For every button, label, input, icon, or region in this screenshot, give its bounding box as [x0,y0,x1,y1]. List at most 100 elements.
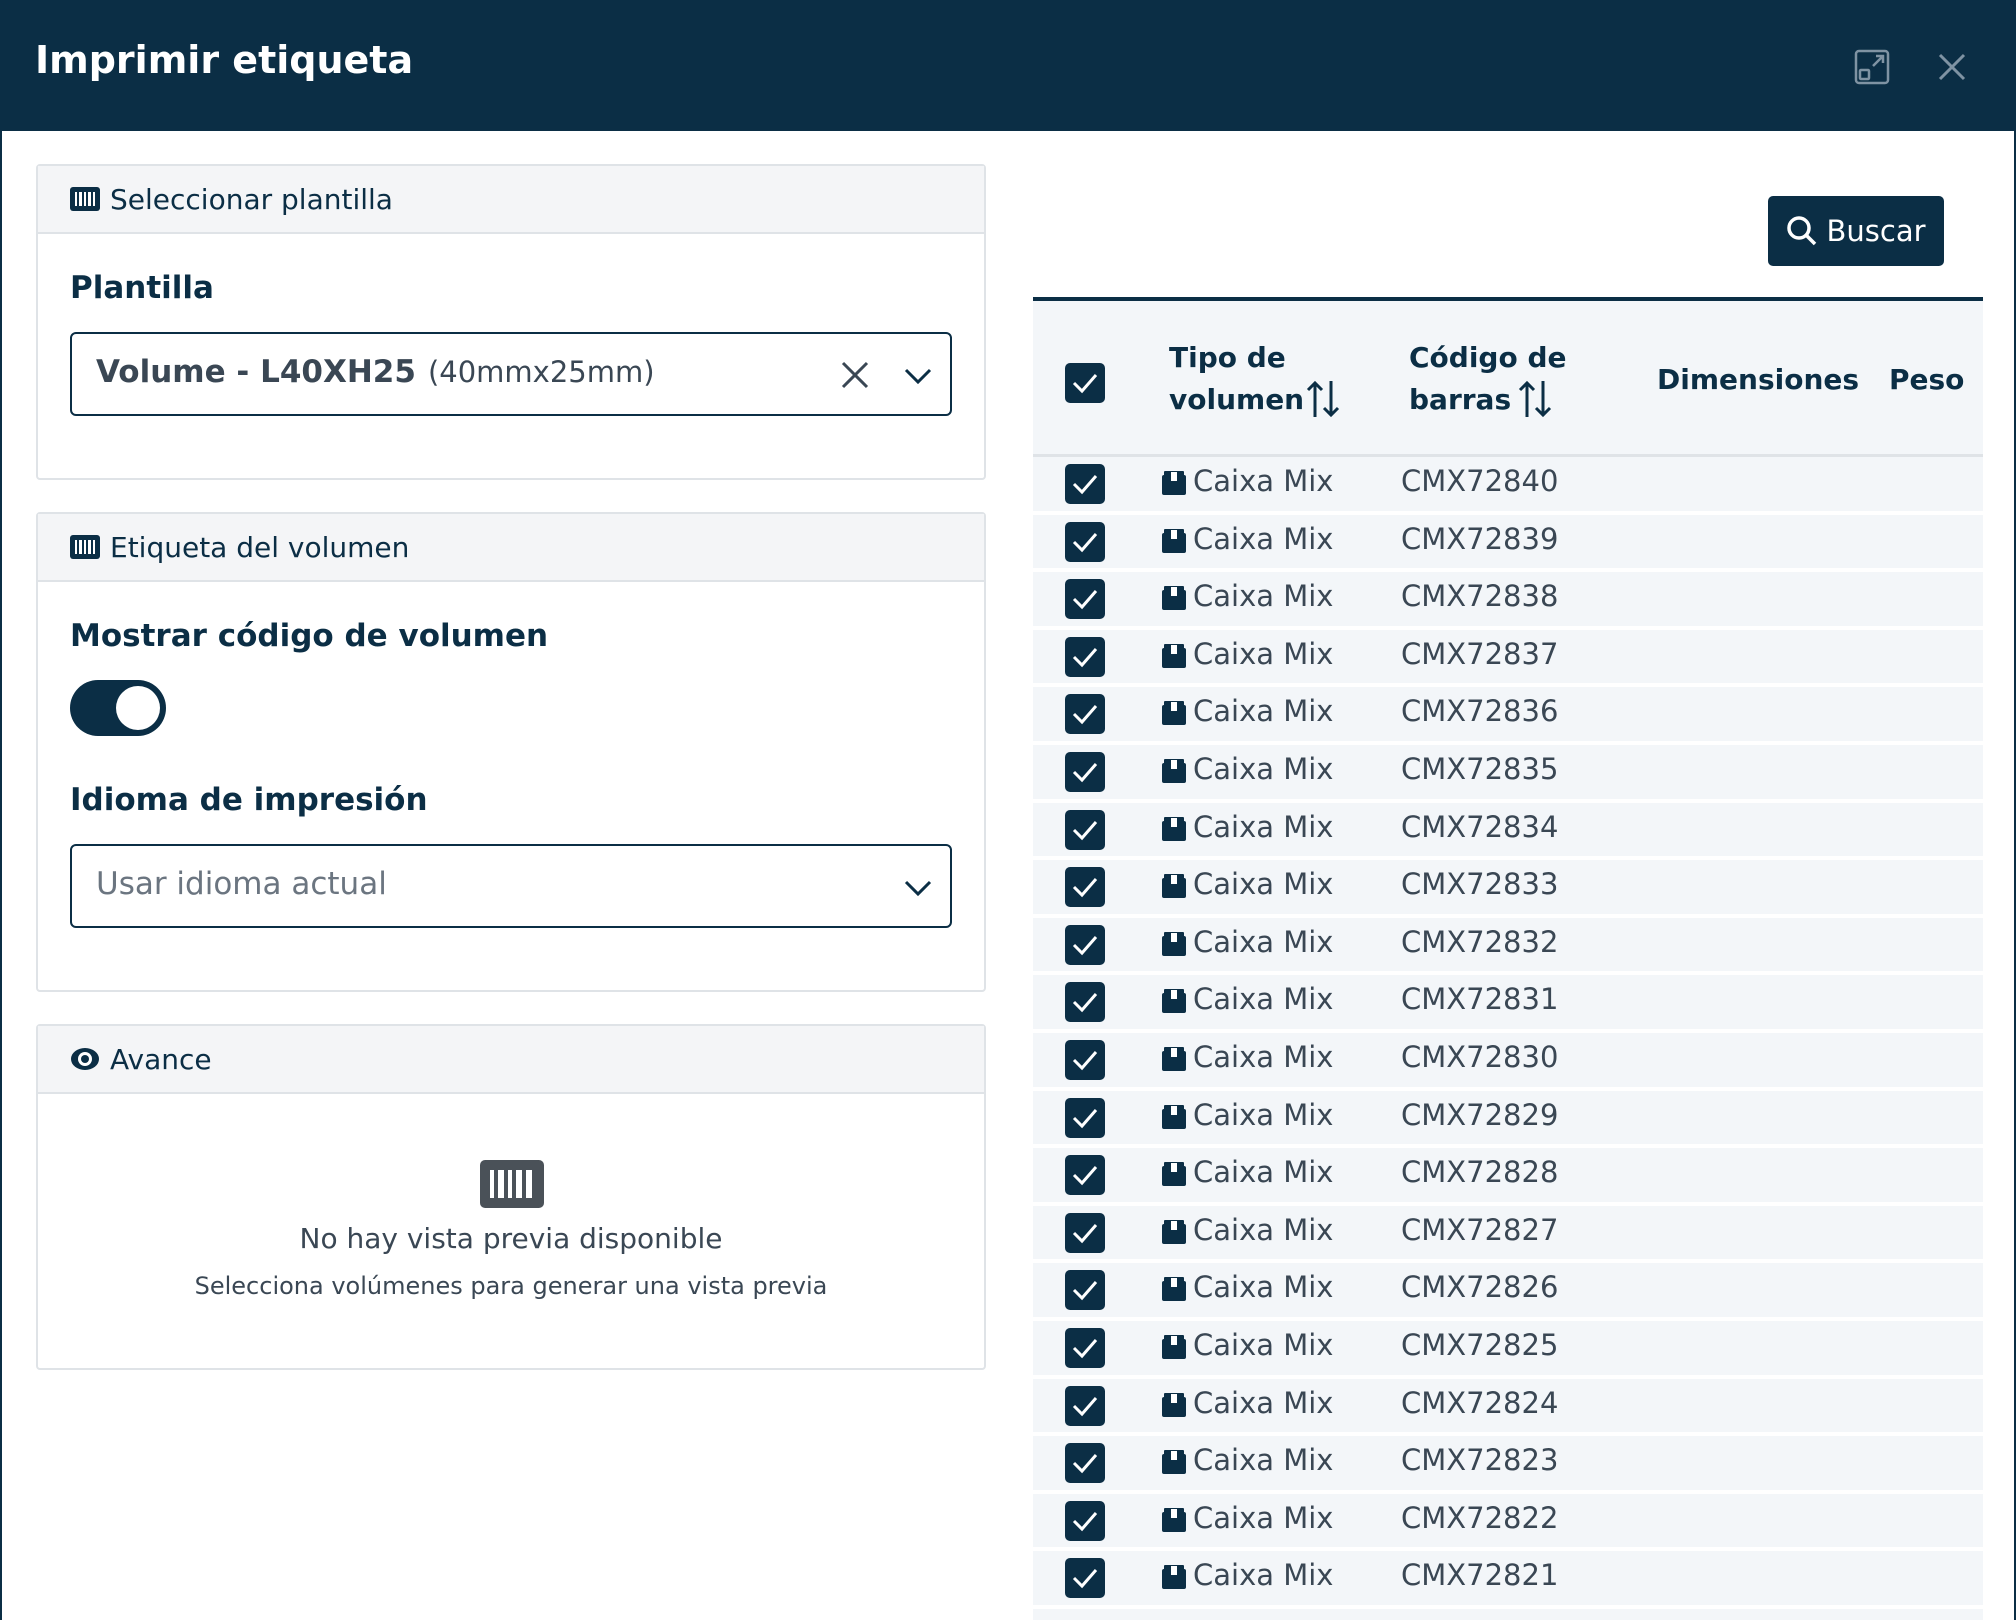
table-row[interactable]: Caixa Mix CMX72826 [1033,1263,1983,1321]
row-checkbox[interactable] [1065,636,1105,677]
select-all-checkbox[interactable] [1065,363,1105,403]
row-tipo: Caixa Mix [1193,464,1334,498]
row-tipo: Caixa Mix [1193,1212,1334,1247]
volumes-table: Tipo de volumen Código de barras Dimensi… [1033,297,1983,1620]
row-checkbox[interactable] [1065,982,1105,1023]
close-icon[interactable] [1933,48,1971,86]
row-checkbox[interactable] [1065,464,1105,504]
search-button-label: Buscar [1826,214,1926,248]
print-label-dialog: Imprimir etiqueta Seleccionar plantilla … [0,0,2016,1620]
row-checkbox[interactable] [1065,694,1105,735]
box-icon [1162,1219,1186,1244]
table-row[interactable]: Caixa Mix CMX72821 [1033,1551,1983,1609]
row-checkbox[interactable] [1065,1327,1105,1368]
box-icon [1162,1104,1186,1129]
row-checkbox[interactable] [1065,1270,1105,1311]
box-icon [1162,1334,1186,1359]
column-header-dimensiones: Dimensiones [1657,363,1860,396]
chevron-down-icon[interactable] [902,362,934,390]
row-tipo: Caixa Mix [1193,1500,1334,1535]
row-codigo: CMX72824 [1401,1385,1559,1420]
table-row[interactable]: Caixa Mix CMX72822 [1033,1494,1983,1552]
table-row[interactable]: Caixa Mix CMX72837 [1033,630,1983,688]
search-button[interactable]: Buscar [1768,196,1944,266]
row-checkbox[interactable] [1065,1443,1105,1484]
table-row[interactable]: Caixa Mix CMX72823 [1033,1436,1983,1494]
row-tipo: Caixa Mix [1193,982,1334,1017]
volume-label-panel-header: Etiqueta del volumen [38,514,984,582]
preview-panel: Avance No hay vista previa disponible Se… [36,1024,986,1370]
template-selected-value: Volume - L40XH25 (40mmx25mm) [96,354,655,390]
dialog-title: Imprimir etiqueta [35,38,414,82]
row-checkbox[interactable] [1065,1500,1105,1541]
chevron-down-icon[interactable] [902,874,934,902]
row-codigo: CMX72834 [1401,809,1559,844]
row-checkbox[interactable] [1065,924,1105,965]
column-header-tipo[interactable]: Tipo de volumen [1169,337,1304,421]
row-tipo: Caixa Mix [1193,1155,1334,1190]
eye-icon [71,1048,99,1070]
row-tipo: Caixa Mix [1193,809,1334,844]
preview-panel-title: Avance [110,1042,212,1076]
template-panel: Seleccionar plantilla Plantilla Volume -… [36,164,986,480]
row-tipo: Caixa Mix [1193,1558,1334,1593]
table-row[interactable]: Caixa Mix CMX72831 [1033,975,1983,1033]
row-codigo: CMX72826 [1401,1270,1559,1305]
box-icon [1162,989,1186,1014]
row-tipo: Caixa Mix [1193,1039,1334,1074]
row-checkbox[interactable] [1065,1155,1105,1196]
expand-icon[interactable] [1853,48,1891,86]
row-checkbox[interactable] [1065,1212,1105,1253]
barcode-icon [70,187,100,211]
row-checkbox[interactable] [1065,1097,1105,1138]
box-icon [1162,758,1186,783]
row-checkbox[interactable] [1065,1385,1105,1426]
table-row[interactable]: Caixa Mix CMX72836 [1033,687,1983,745]
table-body: Caixa Mix CMX72840 Caixa Mix CMX72839 Caixa … [1033,457,1983,1609]
row-tipo: Caixa Mix [1193,636,1334,671]
row-checkbox[interactable] [1065,867,1105,908]
table-row[interactable]: Caixa Mix CMX72834 [1033,803,1983,861]
print-language-select[interactable]: Usar idioma actual [70,844,952,928]
print-language-label: Idioma de impresión [70,782,428,818]
row-checkbox[interactable] [1065,521,1105,562]
table-row[interactable]: Caixa Mix CMX72827 [1033,1206,1983,1264]
table-row[interactable]: Caixa Mix CMX72832 [1033,918,1983,976]
row-checkbox[interactable] [1065,751,1105,792]
box-icon [1162,1046,1186,1071]
barcode-icon [480,1160,544,1208]
row-checkbox[interactable] [1065,1039,1105,1080]
clear-icon[interactable] [840,360,870,390]
table-row[interactable]: Caixa Mix CMX72833 [1033,860,1983,918]
row-tipo: Caixa Mix [1193,924,1334,959]
row-checkbox[interactable] [1065,579,1105,620]
volume-label-panel: Etiqueta del volumen Mostrar código de v… [36,512,986,992]
table-row[interactable]: Caixa Mix CMX72840 [1033,457,1983,515]
row-codigo: CMX72828 [1401,1155,1559,1190]
table-header: Tipo de volumen Código de barras Dimensi… [1033,301,1983,457]
table-row[interactable]: Caixa Mix CMX72835 [1033,745,1983,803]
box-icon [1162,1162,1186,1187]
box-icon [1162,816,1186,841]
row-checkbox[interactable] [1065,809,1105,850]
table-row[interactable]: Caixa Mix CMX72830 [1033,1033,1983,1091]
print-language-placeholder: Usar idioma actual [96,866,387,902]
table-row[interactable]: Caixa Mix CMX72828 [1033,1148,1983,1206]
row-codigo: CMX72840 [1401,464,1559,498]
row-tipo: Caixa Mix [1193,1385,1334,1420]
table-row[interactable]: Caixa Mix CMX72824 [1033,1379,1983,1437]
row-checkbox[interactable] [1065,1558,1105,1599]
sort-icon[interactable] [1305,379,1341,419]
template-select[interactable]: Volume - L40XH25 (40mmx25mm) [70,332,952,416]
table-row[interactable]: Caixa Mix CMX72829 [1033,1091,1983,1149]
box-icon [1162,1565,1186,1590]
table-row[interactable]: Caixa Mix CMX72825 [1033,1321,1983,1379]
sort-icon[interactable] [1517,379,1553,419]
row-tipo: Caixa Mix [1193,1443,1334,1478]
table-row[interactable]: Caixa Mix CMX72838 [1033,572,1983,630]
box-icon [1162,528,1186,553]
box-icon [1162,586,1186,611]
box-icon [1162,1507,1186,1532]
table-row[interactable]: Caixa Mix CMX72839 [1033,515,1983,573]
show-code-toggle[interactable] [70,680,166,736]
